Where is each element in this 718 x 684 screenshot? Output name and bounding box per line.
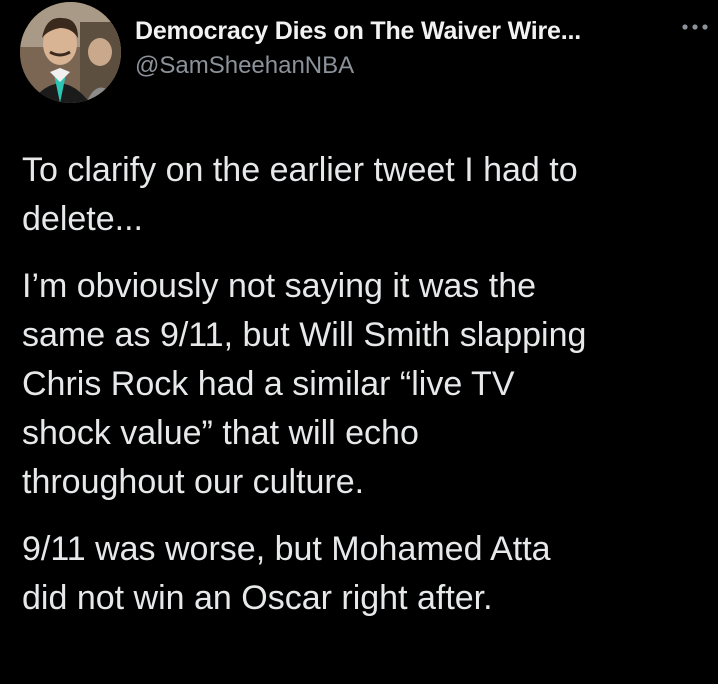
- tweet-paragraph-3: 9/11 was worse, but Mohamed Atta did not…: [22, 530, 551, 617]
- tweet-text: To clarify on the earlier tweet I had to…: [22, 146, 712, 641]
- display-name[interactable]: Democracy Dies on The Waiver Wire...: [135, 16, 581, 46]
- user-handle[interactable]: @SamSheehanNBA: [135, 51, 581, 81]
- tweet-header: Democracy Dies on The Waiver Wire... @Sa…: [20, 0, 710, 110]
- author-names: Democracy Dies on The Waiver Wire... @Sa…: [135, 16, 581, 81]
- tweet-paragraph-2: I’m obviously not saying it was the same…: [22, 267, 587, 501]
- avatar[interactable]: [20, 2, 121, 103]
- tweet-card: Democracy Dies on The Waiver Wire... @Sa…: [0, 0, 718, 684]
- avatar-photo-icon: [20, 2, 121, 103]
- more-horizontal-icon[interactable]: [680, 20, 710, 34]
- tweet-paragraph-1: To clarify on the earlier tweet I had to…: [22, 151, 578, 238]
